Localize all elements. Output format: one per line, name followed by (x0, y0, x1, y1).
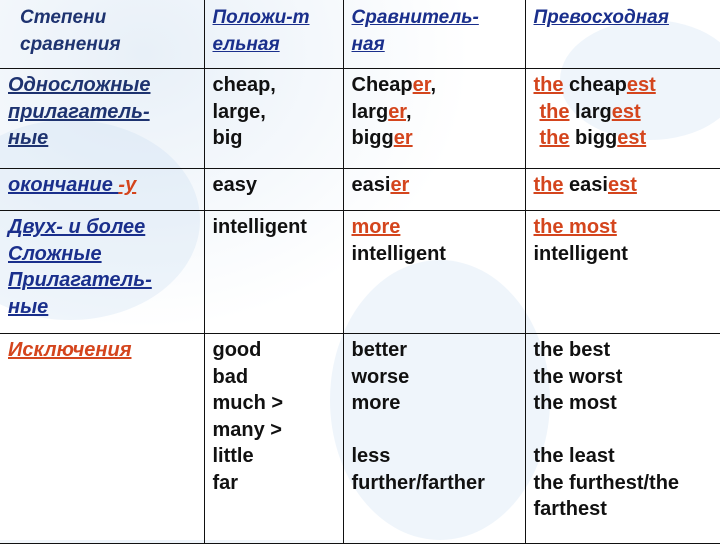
superlative-cell: the easiest (524, 168, 720, 211)
positive-cell: cheap, large, big (203, 68, 344, 169)
comparative-cell: better worse more less further/farther (342, 333, 526, 544)
comparative-cell: more intelligent (342, 210, 526, 334)
positive-cell: intelligent (203, 210, 344, 334)
header-positive: Положи-т ельная (203, 0, 344, 69)
table-row: окончание -y easy easier the easiest (0, 168, 720, 211)
table-row: Односложные прилагатель- ные cheap, larg… (0, 68, 720, 169)
positive-cell: easy (203, 168, 344, 211)
category-ending-y: окончание -y (0, 168, 205, 211)
header-superlative: Превосходная (524, 0, 720, 69)
superlative-cell: the cheapest the largest the biggest (524, 68, 720, 169)
header-comparative: Сравнитель- ная (342, 0, 526, 69)
category-polysyllabic: Двух- и более Сложные Прилагатель- ные (0, 210, 205, 334)
table-row: Двух- и более Сложные Прилагатель- ные i… (0, 210, 720, 334)
superlative-cell: the most intelligent (524, 210, 720, 334)
comparative-cell: easier (342, 168, 526, 211)
category-monosyllabic: Односложные прилагатель- ные (0, 68, 205, 169)
superlative-cell: the best the worst the most the least th… (524, 333, 720, 544)
comparative-cell: Cheaper, larger, bigger (342, 68, 526, 169)
category-exceptions: Исключения (0, 333, 205, 544)
table-header-row: Степени сравнения Положи-т ельная Сравни… (0, 0, 720, 69)
positive-cell: good bad much > many > little far (203, 333, 344, 544)
header-degrees: Степени сравнения (0, 0, 205, 69)
comparison-degrees-table: Степени сравнения Положи-т ельная Сравни… (0, 0, 720, 544)
table-row: Исключения good bad much > many > little… (0, 333, 720, 544)
